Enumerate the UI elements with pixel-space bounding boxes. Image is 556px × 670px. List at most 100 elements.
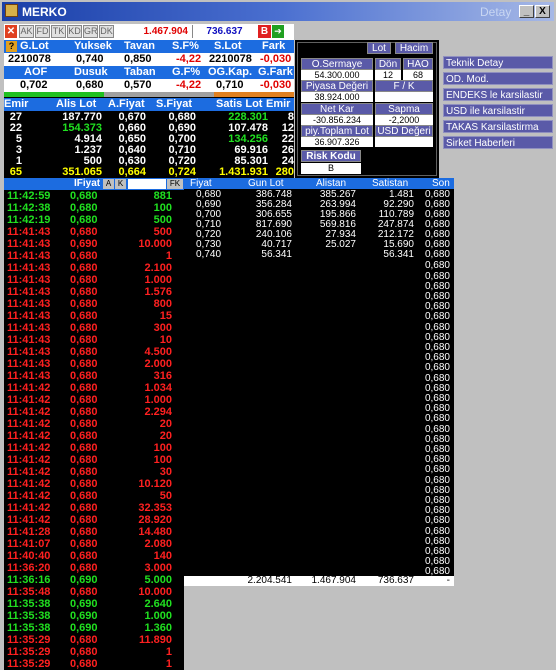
order-cell: 0,724: [168, 166, 196, 178]
trade-price: 0,680: [70, 658, 98, 670]
teknik-detay-button[interactable]: Teknik Detay: [443, 56, 553, 69]
son-cell: 0,680: [424, 362, 450, 374]
trade-qty: 800: [153, 298, 172, 310]
tk-button[interactable]: TK: [51, 25, 66, 38]
trade-time: 11:41:43: [7, 250, 51, 262]
value-gfark: -0,030: [260, 79, 292, 91]
trade-price: 0,680: [70, 214, 98, 226]
trade-price: 0,680: [70, 406, 98, 418]
trade-price: 0,680: [70, 334, 98, 346]
fk-value: [375, 92, 433, 102]
takas-button[interactable]: TAKAS Karsilastirma: [443, 120, 553, 133]
trade-price: 0,680: [70, 250, 98, 262]
value-taban: 0,570: [124, 79, 152, 91]
order-cell: 0,664: [118, 166, 146, 178]
sirket-haberleri-button[interactable]: Sirket Haberleri: [443, 136, 553, 149]
header-afiyat: A.Fiyat: [108, 98, 145, 110]
arrow-right-icon[interactable]: ➔: [272, 25, 284, 38]
trade-price: 0,680: [70, 190, 98, 202]
hao-label: HAO: [403, 58, 433, 70]
header-satistan[interactable]: Satistan: [372, 178, 408, 189]
header-ifiyat[interactable]: IFiyat: [74, 178, 100, 189]
trade-price: 0,680: [70, 346, 98, 358]
od-mod-button[interactable]: OD. Mod.: [443, 72, 553, 85]
close-icon[interactable]: ✕: [5, 25, 17, 38]
header-fk-button[interactable]: FK: [167, 179, 183, 189]
header-a-button[interactable]: A: [103, 179, 114, 189]
header-k-button[interactable]: K: [115, 179, 126, 189]
endeks-button[interactable]: ENDEKS le karsilastir: [443, 88, 553, 101]
trade-price: 0,690: [70, 598, 98, 610]
trade-price: 0,680: [70, 310, 98, 322]
header-fiyat[interactable]: Fiyat: [190, 178, 212, 189]
value-gf: -4,22: [176, 79, 202, 91]
trade-qty: 28.920: [138, 514, 172, 526]
header-tavan: Tavan: [124, 40, 155, 52]
trade-price: 0,680: [70, 370, 98, 382]
trade-qty: 2.640: [144, 598, 172, 610]
trade-time: 11:42:38: [7, 202, 51, 214]
trade-price: 0,680: [70, 202, 98, 214]
hacim-button[interactable]: Hacim: [395, 42, 433, 54]
trade-time: 11:36:16: [7, 574, 51, 586]
trade-qty: 3.000: [144, 562, 172, 574]
trade-price: 0,680: [70, 454, 98, 466]
trade-price: 0,680: [70, 358, 98, 370]
fd-button[interactable]: FD: [35, 25, 50, 38]
help-icon[interactable]: ?: [6, 41, 17, 52]
trade-qty: 1: [165, 250, 172, 262]
order-cell: 65: [9, 166, 22, 178]
trade-time: 11:42:19: [7, 214, 51, 226]
header-glot: G.Lot: [20, 40, 49, 52]
b-button[interactable]: B: [258, 25, 271, 38]
trade-qty: 15: [159, 310, 172, 322]
osermaye-label: O.Sermaye: [301, 58, 373, 70]
son-cell: 0,680: [424, 260, 450, 272]
trade-price: 0,680: [70, 226, 98, 238]
trade-time: 11:35:38: [7, 598, 51, 610]
lot-button[interactable]: Lot: [367, 42, 391, 54]
trade-qty: 1.000: [144, 274, 172, 286]
usd-button[interactable]: USD ile karsilastir: [443, 104, 553, 117]
trade-time: 11:41:43: [7, 334, 51, 346]
trade-price: 0,680: [70, 442, 98, 454]
order-cell: 1.431.931: [219, 166, 268, 178]
trade-time: 11:42:59: [7, 190, 51, 202]
summary-block: ? G.Lot Yuksek Tavan S.F% S.Lot Fark 221…: [4, 40, 294, 178]
trade-qty: 20: [159, 418, 172, 430]
minimize-button[interactable]: _: [519, 5, 534, 18]
trade-qty: 32.353: [138, 502, 172, 514]
close-button[interactable]: X: [535, 5, 550, 18]
trade-qty: 10.000: [138, 238, 172, 250]
trade-price: 0,690: [70, 610, 98, 622]
gr-button[interactable]: GR: [83, 25, 98, 38]
trade-time: 11:41:42: [7, 418, 51, 430]
dk-button[interactable]: DK: [99, 25, 114, 38]
filter-input[interactable]: [128, 179, 166, 189]
header-gun-lot[interactable]: Gun Lot: [248, 178, 284, 189]
color-strip-green: [4, 92, 104, 97]
trade-qty: 2.080: [144, 538, 172, 550]
trade-qty: 50: [159, 490, 172, 502]
trade-qty: 2.100: [144, 262, 172, 274]
piyasa-label: Piyasa Değeri: [301, 80, 373, 92]
trade-price: 0,690: [70, 238, 98, 250]
trade-qty: 10: [159, 334, 172, 346]
ak-button[interactable]: AK: [19, 25, 34, 38]
detail-label: Detay: [480, 5, 512, 19]
trade-price: 0,680: [70, 418, 98, 430]
trade-time: 11:41:07: [7, 538, 51, 550]
header-gf: G.F%: [172, 66, 201, 78]
trade-time: 11:35:29: [7, 634, 51, 646]
header-alistan[interactable]: Alistan: [316, 178, 346, 189]
header-son[interactable]: Son: [432, 178, 450, 189]
header-dusuk: Dusuk: [74, 66, 108, 78]
value-dusuk: 0,680: [76, 79, 104, 91]
header-sfiyat: S.Fiyat: [156, 98, 193, 110]
sapma-label: Sapma: [375, 103, 433, 115]
trade-time: 11:41:43: [7, 370, 51, 382]
kd-button[interactable]: KD: [67, 25, 82, 38]
title-bar: MERKO Detay _ X: [2, 2, 554, 21]
trade-qty: 300: [153, 322, 172, 334]
trade-time: 11:41:42: [7, 490, 51, 502]
